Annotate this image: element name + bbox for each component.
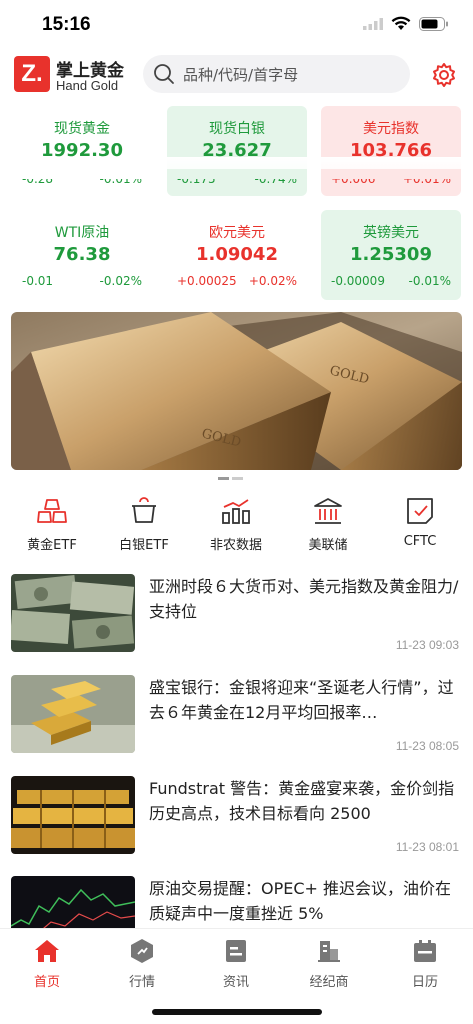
quote-change: +0.006 xyxy=(331,172,376,186)
tab-home[interactable]: 首页 xyxy=(17,937,77,990)
news-thumbnail xyxy=(11,876,135,928)
report-check-icon xyxy=(407,498,433,524)
quote-percent: -0.01% xyxy=(99,172,142,186)
news-item[interactable]: 亚洲时段６大货币对、美元指数及黄金阻力/支持位 11-23 09:03 xyxy=(11,574,462,656)
wifi-icon xyxy=(391,16,411,30)
quote-name: 欧元美元 xyxy=(209,225,265,241)
tab-label: 经纪商 xyxy=(309,975,349,990)
news-item[interactable]: 原油交易提醒：OPEC+ 推迟会议，油价在质疑声中一度重挫近 5% xyxy=(11,876,462,928)
app-logo: Z. xyxy=(14,56,50,92)
tab-market[interactable]: 行情 xyxy=(112,937,172,990)
tab-label: 资讯 xyxy=(222,975,249,990)
quote-percent: -0.74% xyxy=(254,172,297,186)
quote-name: 英镑美元 xyxy=(363,225,419,241)
app-name-en: Hand Gold xyxy=(56,78,119,93)
quote-name: WTI原油 xyxy=(54,225,110,241)
quote-change: -0.00009 xyxy=(331,274,385,288)
quote-card[interactable]: 现货黄金 1992.30 -0.28 -0.01% xyxy=(12,106,152,196)
quote-card[interactable]: 欧元美元 1.09042 +0.00025 +0.02% xyxy=(167,210,307,300)
shortcut-label: 非农数据 xyxy=(209,538,262,553)
silver-basket-icon xyxy=(132,497,156,523)
quote-name: 现货黄金 xyxy=(54,121,110,137)
home-icon xyxy=(35,940,59,962)
shortcut-nonfarm[interactable]: 非农数据 xyxy=(196,496,276,553)
status-time: 15:16 xyxy=(42,14,91,35)
promo-banner[interactable]: GOLD GOLD xyxy=(11,312,462,470)
tab-news[interactable]: 资讯 xyxy=(206,937,266,990)
tab-calendar[interactable]: 日历 xyxy=(395,937,455,990)
gold-bars-icon xyxy=(37,499,67,523)
quote-change: -0.01 xyxy=(22,274,54,288)
news-time: 11-23 08:01 xyxy=(395,840,459,854)
gold-bars-banner-image: GOLD GOLD xyxy=(11,312,462,470)
battery-icon xyxy=(419,16,448,31)
shortcut-label: 美联储 xyxy=(308,538,348,553)
quote-percent: +0.01% xyxy=(402,172,451,186)
shortcut-cftc[interactable]: CFTC xyxy=(380,496,460,552)
quote-card[interactable]: WTI原油 76.38 -0.01 -0.02% xyxy=(12,210,152,300)
broker-icon xyxy=(318,941,340,962)
bar-chart-icon xyxy=(222,499,250,524)
news-time: 11-23 09:03 xyxy=(395,638,459,652)
shortcut-fed[interactable]: 美联储 xyxy=(288,496,368,553)
cellular-signal-icon xyxy=(363,17,383,30)
tab-label: 首页 xyxy=(33,975,60,990)
quote-percent: -0.01% xyxy=(408,274,451,288)
banner-pager xyxy=(218,477,243,480)
quote-name: 美元指数 xyxy=(363,121,419,137)
home-indicator xyxy=(152,1009,322,1015)
shortcut-label: CFTC xyxy=(403,534,437,549)
quote-price: 1.25309 xyxy=(350,244,432,265)
news-time: 11-23 08:05 xyxy=(395,739,459,753)
settings-gear-icon[interactable] xyxy=(430,61,458,89)
news-title: 盛宝银行：金银将迎来“圣诞老人行情”，过去６年黄金在12月平均回报率… xyxy=(149,678,454,722)
calendar-icon xyxy=(414,940,436,962)
search-input[interactable]: 品种/代码/首字母 xyxy=(143,55,410,93)
ticker-fade xyxy=(0,157,473,169)
quote-price: 1.09042 xyxy=(196,244,278,265)
app-header: Z. 掌上黄金 Hand Gold 品种/代码/首字母 xyxy=(0,52,473,98)
news-title: 原油交易提醒：OPEC+ 推迟会议，油价在质疑声中一度重挫近 5% xyxy=(149,879,452,923)
news-thumbnail xyxy=(11,776,135,854)
news-item[interactable]: Fundstrat 警告：黄金盛宴来袭，金价剑指历史高点，技术目标看向 2500… xyxy=(11,776,462,858)
tab-label: 日历 xyxy=(411,975,438,990)
shortcut-label: 黄金ETF xyxy=(27,538,77,553)
status-icons xyxy=(363,16,449,31)
quote-change: +0.00025 xyxy=(177,274,237,288)
shortcut-label: 白银ETF xyxy=(119,538,169,553)
search-icon xyxy=(154,64,174,84)
news-item[interactable]: 盛宝银行：金银将迎来“圣诞老人行情”，过去６年黄金在12月平均回报率… 11-2… xyxy=(11,675,462,757)
news-thumbnail xyxy=(11,574,135,652)
shortcut-gold-etf[interactable]: 黄金ETF xyxy=(12,496,92,553)
tab-broker[interactable]: 经纪商 xyxy=(299,937,359,990)
quote-change: -0.175 xyxy=(177,172,216,186)
quote-percent: +0.02% xyxy=(248,274,297,288)
market-icon xyxy=(131,939,153,963)
quote-card[interactable]: 现货白银 23.627 -0.175 -0.74% xyxy=(167,106,307,196)
pager-dot-active xyxy=(218,477,229,480)
quote-price: 76.38 xyxy=(53,244,111,265)
status-bar: 15:16 xyxy=(0,0,473,52)
quote-card[interactable]: 英镑美元 1.25309 -0.00009 -0.01% xyxy=(321,210,461,300)
news-thumbnail xyxy=(11,675,135,753)
news-title: Fundstrat 警告：黄金盛宴来袭，金价剑指历史高点，技术目标看向 2500 xyxy=(149,779,455,823)
bank-building-icon xyxy=(314,498,342,524)
quote-change: -0.28 xyxy=(22,172,54,186)
search-placeholder: 品种/代码/首字母 xyxy=(183,65,299,84)
tab-label: 行情 xyxy=(128,975,155,990)
news-icon xyxy=(226,940,246,962)
quote-card[interactable]: 美元指数 103.766 +0.006 +0.01% xyxy=(321,106,461,196)
quote-percent: -0.02% xyxy=(99,274,142,288)
shortcut-silver-etf[interactable]: 白银ETF xyxy=(104,496,184,553)
quote-name: 现货白银 xyxy=(209,121,265,137)
pager-dot xyxy=(232,477,243,480)
news-title: 亚洲时段６大货币对、美元指数及黄金阻力/支持位 xyxy=(149,577,459,621)
